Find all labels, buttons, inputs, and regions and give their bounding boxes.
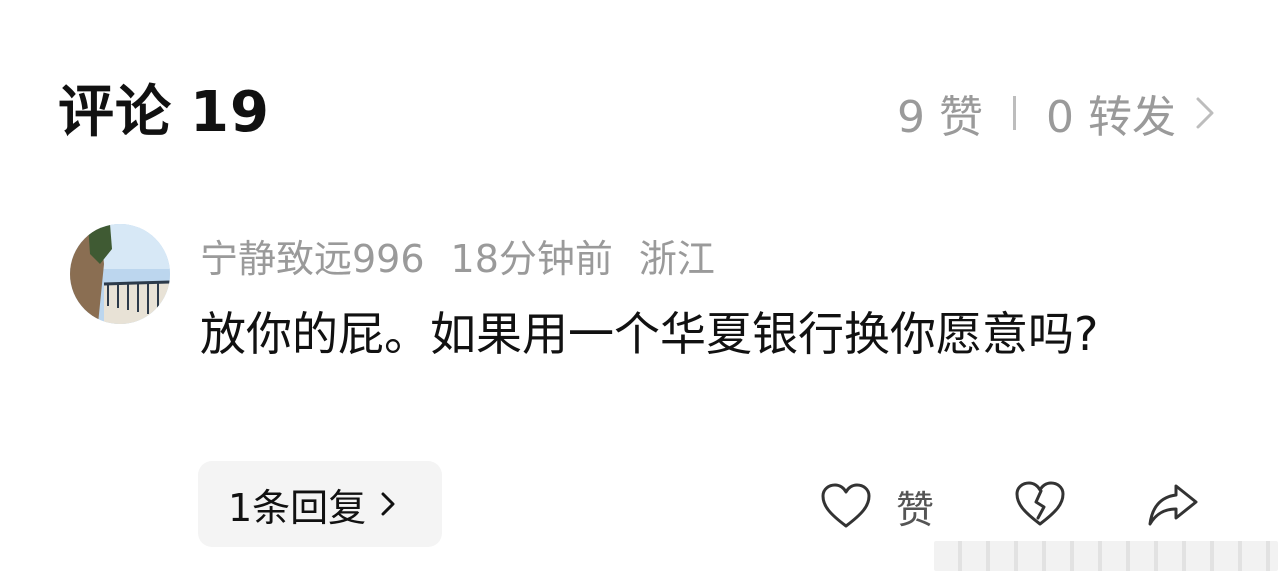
likes-count: 9 赞 — [897, 92, 984, 143]
post-stats-link[interactable]: 9 赞 0 转发 — [897, 82, 1218, 144]
comments-count: 19 — [190, 80, 270, 145]
view-replies-label: 1条回复 — [228, 485, 367, 530]
comment-time: 18分钟前 — [450, 237, 613, 281]
avatar-image — [70, 224, 170, 324]
comment-actions: 赞 — [820, 478, 1200, 534]
view-replies-button[interactable]: 1条回复 — [198, 461, 442, 547]
comment-username[interactable]: 宁静致远996 — [200, 237, 425, 281]
chevron-right-icon — [1196, 97, 1214, 129]
chevron-right-icon — [381, 492, 395, 516]
like-label: 赞 — [896, 487, 935, 532]
comment-text: 放你的屁。如果用一个华夏银行换你愿意吗? — [200, 307, 1099, 361]
reposts-count: 0 转发 — [1046, 92, 1176, 143]
comments-header: 评论 19 9 赞 0 转发 — [58, 78, 1218, 148]
avatar[interactable] — [70, 224, 170, 324]
broken-heart-icon — [1015, 481, 1065, 526]
bottom-edge-strip — [934, 541, 1278, 571]
like-button[interactable]: 赞 — [820, 479, 934, 534]
comments-title-label: 评论 — [58, 80, 172, 145]
comment-location: 浙江 — [638, 237, 715, 281]
dislike-button[interactable] — [1014, 480, 1066, 532]
share-button[interactable] — [1146, 480, 1200, 532]
comment-meta: 宁静致远996 18分钟前 浙江 — [200, 228, 741, 283]
comments-title: 评论 19 — [58, 78, 270, 148]
stats-divider — [1013, 96, 1017, 130]
share-arrow-icon — [1148, 484, 1198, 526]
heart-outline-icon — [821, 483, 871, 528]
